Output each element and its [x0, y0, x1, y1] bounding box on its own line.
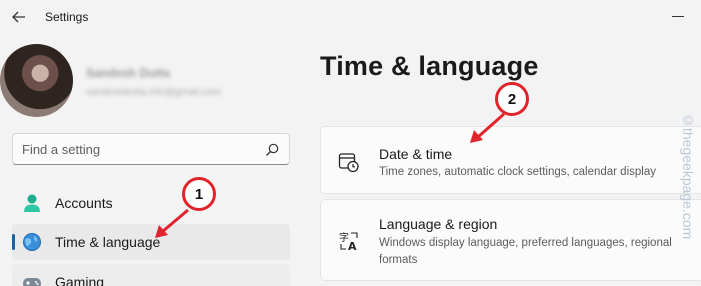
- avatar[interactable]: [0, 44, 73, 117]
- sidebar-item-time-language[interactable]: Time & language: [12, 224, 290, 260]
- sidebar-item-gaming[interactable]: Gaming: [12, 264, 290, 286]
- annotation-marker-1: 1: [182, 177, 216, 211]
- search-box[interactable]: [12, 133, 290, 165]
- back-button[interactable]: [6, 4, 32, 30]
- user-email: sandeshdutta.info@gmail.com: [86, 87, 221, 98]
- active-indicator: [12, 234, 15, 250]
- user-name: Sandesh Dutta: [86, 66, 171, 80]
- language-region-card[interactable]: 字 A Language & region Windows display la…: [320, 199, 701, 281]
- card-description: Time zones, automatic clock settings, ca…: [379, 166, 656, 178]
- date-time-card[interactable]: Date & time Time zones, automatic clock …: [320, 126, 701, 194]
- sidebar-item-label: Gaming: [55, 274, 105, 286]
- card-description: Windows display language, preferred lang…: [379, 237, 672, 266]
- date-time-icon: [338, 153, 359, 173]
- search-icon[interactable]: [265, 143, 279, 157]
- sidebar-item-label: Time & language: [55, 234, 161, 250]
- watermark: ©thegeekpage.com: [680, 112, 696, 240]
- accounts-icon: [24, 194, 40, 212]
- page-title: Time & language: [320, 51, 539, 81]
- gaming-icon: [23, 278, 41, 286]
- svg-text:A: A: [348, 240, 357, 252]
- card-title: Date & time: [379, 146, 453, 162]
- card-title: Language & region: [379, 216, 498, 232]
- language-region-icon: 字 A: [339, 231, 358, 252]
- title-bar: Settings: [0, 0, 701, 34]
- minimize-button[interactable]: [664, 4, 694, 30]
- back-arrow-icon: [12, 11, 25, 23]
- time-language-icon: [23, 233, 41, 251]
- search-input[interactable]: [22, 140, 262, 158]
- sidebar-item-label: Accounts: [55, 195, 113, 211]
- sidebar-item-accounts[interactable]: Accounts: [12, 185, 290, 221]
- app-title: Settings: [45, 10, 89, 24]
- annotation-marker-2: 2: [495, 82, 529, 116]
